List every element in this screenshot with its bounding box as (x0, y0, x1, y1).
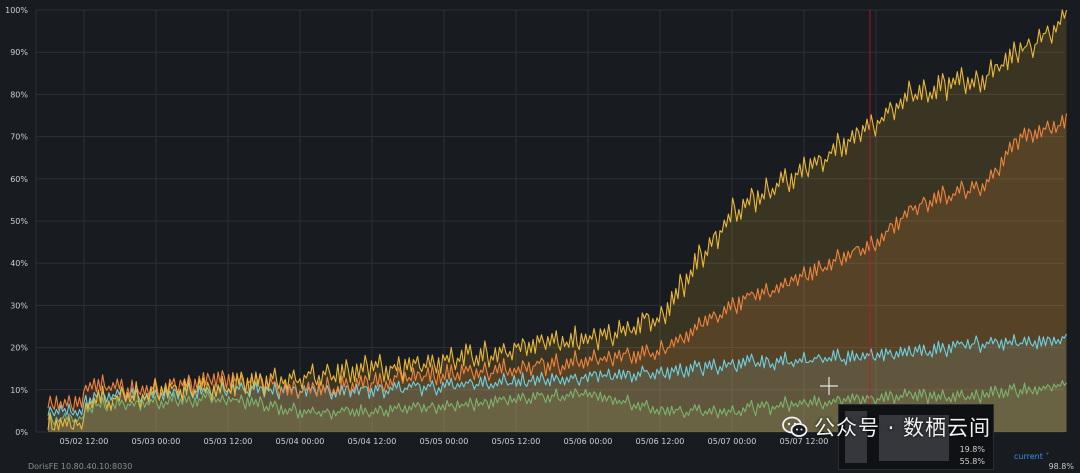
y-tick-label: 30% (10, 301, 28, 310)
x-tick-label: 05/06 00:00 (564, 437, 613, 446)
x-tick-label: 05/07 00:00 (708, 437, 757, 446)
legend-series-value: 98.8% (1048, 462, 1074, 471)
legend-current-label: current (1014, 452, 1043, 461)
x-tick-label: 05/03 00:00 (132, 437, 181, 446)
y-tick-label: 40% (10, 259, 28, 268)
legend-series-name: DorisFE 10.80.40.10:8030 (28, 462, 133, 471)
x-tick-label: 05/05 12:00 (492, 437, 541, 446)
chevron-down-icon: ˅ (1045, 452, 1050, 461)
x-tick-label: 05/05 00:00 (420, 437, 469, 446)
legend-current-selector[interactable]: current ˅ (1014, 452, 1049, 461)
watermark-text: 公众号 · 数栖云间 (814, 416, 992, 440)
chart-panel: 0% 10% 20% 30% 40% 50% 60% 70% 80% 90% 100% 05/02 … (5, 6, 1068, 446)
y-tick-label: 70% (10, 133, 28, 142)
y-tick-label: 60% (10, 175, 28, 184)
x-tick-label: 05/03 12:00 (204, 437, 253, 446)
x-axis: 05/02 12:00 05/03 00:00 05/03 12:00 05/04 0… (60, 437, 901, 446)
wechat-icon (782, 416, 808, 437)
y-tick-label: 80% (10, 90, 28, 99)
x-tick-label: 05/04 12:00 (348, 437, 397, 446)
watermark: 公众号 · 数栖云间 (782, 412, 991, 442)
y-tick-label: 20% (10, 344, 28, 353)
y-tick-label: 50% (10, 217, 28, 226)
y-tick-label: 0% (15, 428, 28, 437)
y-tick-label: 100% (5, 6, 28, 15)
y-axis: 0% 10% 20% 30% 40% 50% 60% 70% 80% 90% 100% (5, 6, 28, 437)
y-tick-label: 90% (10, 48, 28, 57)
y-tick-label: 10% (10, 386, 28, 395)
tooltip-value: 19.8% (959, 445, 985, 454)
x-tick-label: 05/06 12:00 (636, 437, 685, 446)
x-tick-label: 05/04 00:00 (276, 437, 325, 446)
tooltip-value: 55.8% (959, 457, 985, 466)
x-tick-label: 05/02 12:00 (60, 437, 109, 446)
